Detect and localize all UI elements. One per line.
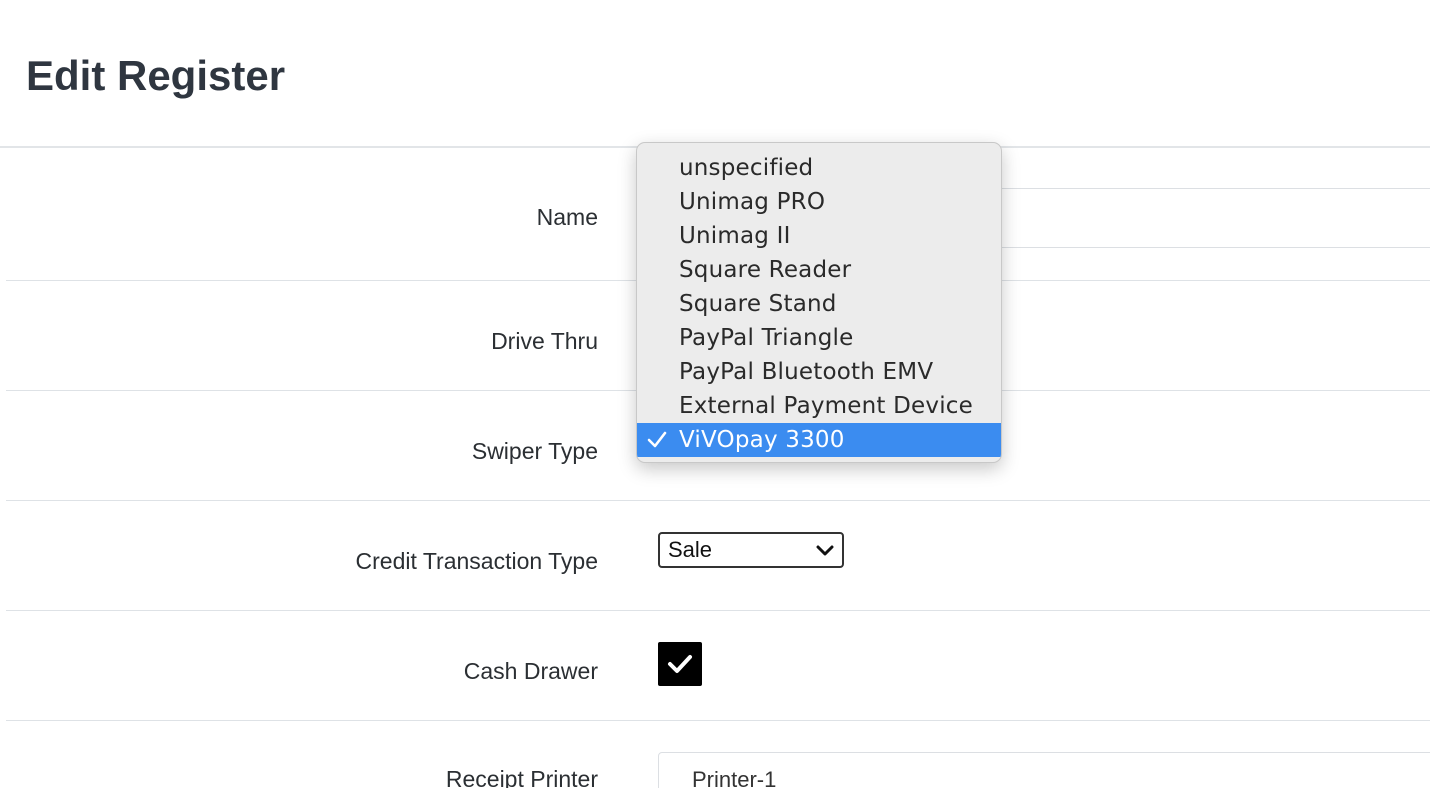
credit-transaction-type-select[interactable]: Sale [658, 532, 844, 568]
swiper-option[interactable]: Square Stand [637, 287, 1001, 321]
swiper-option-label: PayPal Bluetooth EMV [679, 359, 934, 385]
swiper-option[interactable]: ViVOpay 3300 [637, 423, 1001, 457]
swiper-option-label: Square Stand [679, 291, 837, 317]
swiper-option[interactable]: PayPal Triangle [637, 321, 1001, 355]
credit-transaction-type-label: Credit Transaction Type [355, 548, 598, 574]
swiper-option-label: unspecified [679, 155, 814, 181]
edit-register-page: Edit Register Name Drive Thru Swiper Typ… [0, 0, 1430, 788]
swiper-option[interactable]: PayPal Bluetooth EMV [637, 355, 1001, 389]
row-divider [6, 500, 1430, 501]
swiper-option-label: Unimag PRO [679, 189, 826, 215]
name-label: Name [536, 204, 598, 230]
swiper-option[interactable]: External Payment Device [637, 389, 1001, 423]
cash-drawer-label: Cash Drawer [463, 658, 598, 684]
checkmark-icon [647, 431, 667, 448]
credit-transaction-type-value: Sale [668, 537, 713, 562]
swiper-option-label: External Payment Device [679, 393, 973, 419]
swiper-option-label: Square Reader [679, 257, 852, 283]
receipt-printer-input[interactable]: Printer-1 [658, 752, 1430, 788]
swiper-option[interactable]: Square Reader [637, 253, 1001, 287]
drive-thru-label: Drive Thru [491, 328, 598, 354]
swiper-option[interactable]: unspecified [637, 151, 1001, 185]
swiper-option-label: Unimag II [679, 223, 791, 249]
page-title: Edit Register [26, 52, 286, 99]
row-divider [6, 720, 1430, 721]
swiper-option[interactable]: Unimag PRO [637, 185, 1001, 219]
swiper-option[interactable]: Unimag II [637, 219, 1001, 253]
swiper-option-label: ViVOpay 3300 [679, 427, 845, 453]
chevron-down-icon [816, 545, 834, 556]
swiper-option-label: PayPal Triangle [679, 325, 854, 351]
cash-drawer-checkbox[interactable] [658, 642, 702, 686]
row-divider [6, 610, 1430, 611]
checkmark-icon [668, 655, 692, 673]
swiper-type-dropdown[interactable]: unspecified Unimag PRO Unimag II Square Rea… [636, 142, 1002, 463]
receipt-printer-label: Receipt Printer [445, 766, 598, 788]
swiper-type-label: Swiper Type [471, 438, 598, 464]
